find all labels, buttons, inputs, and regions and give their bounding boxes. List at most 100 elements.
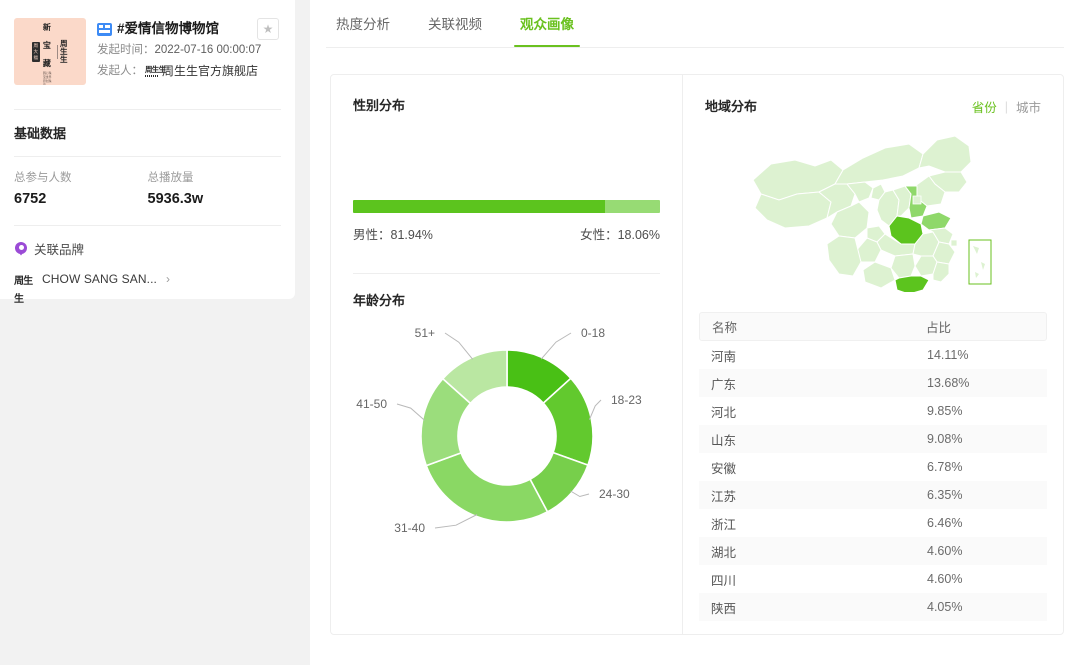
age-donut-svg: 0-18 18-23 24-30 31-40 41-50 51+ xyxy=(356,326,642,535)
start-time-label: 发起时间： xyxy=(97,44,155,56)
campaign-initiator: 发起人： 周生生 周生生官方旗舰店 xyxy=(97,61,279,82)
table-row[interactable]: 山东 9.08% xyxy=(699,425,1047,453)
gender-bar-male-segment xyxy=(353,200,605,213)
tab-heat-analysis[interactable]: 热度分析 xyxy=(334,16,392,47)
brand-mini-logo-icon: 周生生 xyxy=(145,66,166,77)
toggle-city[interactable]: 城市 xyxy=(1016,97,1041,116)
cell-region-name: 安徽 xyxy=(711,461,737,476)
campaign-info-card: 周大福 新宝藏 圆心珠宝世界原创珠宝 周生生 #爱情信物博物馆 ★ 发起时间： … xyxy=(0,0,295,305)
cell-region-pct: 4.60% xyxy=(927,544,963,558)
page-title: #爱情信物博物馆 xyxy=(117,21,220,36)
gender-distribution-block: 性别分布 男性：81.94% 女性：18.06% xyxy=(331,75,682,243)
thumbnail-logo-block: 周大福 xyxy=(32,41,40,62)
region-granularity-toggle: 省份 | 城市 xyxy=(972,97,1041,116)
cell-region-name: 四川 xyxy=(711,573,737,588)
tab-related-videos[interactable]: 关联视频 xyxy=(426,16,484,47)
donut-segment-label: 31-40 xyxy=(394,521,425,535)
donut-segment-label: 51+ xyxy=(415,326,435,340)
campaign-header: 周大福 新宝藏 圆心珠宝世界原创珠宝 周生生 #爱情信物博物馆 ★ 发起时间： … xyxy=(0,0,295,85)
cell-region-name: 河南 xyxy=(711,349,737,364)
basic-data-section-title: 基础数据 xyxy=(14,126,67,141)
table-row[interactable]: 河北 9.85% xyxy=(699,397,1047,425)
donut-leader-line xyxy=(444,332,474,360)
donut-segment[interactable] xyxy=(425,451,549,523)
cell-region-pct: 9.85% xyxy=(927,404,963,418)
gender-labels: 男性：81.94% 女性：18.06% xyxy=(353,224,660,243)
column-header-pct: 占比 xyxy=(926,321,952,335)
table-body: 河南 14.11% 广东 13.68% 河北 9.85% 山东 9.08% 安徽 6.78% 江苏 6… xyxy=(699,341,1047,621)
related-brand-title: 关联品牌 xyxy=(34,243,85,257)
campaign-title-row: #爱情信物博物馆 ★ xyxy=(97,18,279,40)
medal-icon xyxy=(14,241,28,256)
campaign-thumbnail: 周大福 新宝藏 圆心珠宝世界原创珠宝 周生生 xyxy=(14,18,86,85)
campaign-start-time: 发起时间： 2022-07-16 00:00:07 xyxy=(97,40,279,61)
map-inset-south-sea xyxy=(968,239,992,285)
start-time-value: 2022-07-16 00:00:07 xyxy=(154,44,262,56)
stat-label: 总播放量 xyxy=(147,172,194,184)
china-map-svg xyxy=(752,135,992,292)
table-header-row: 名称 占比 xyxy=(699,312,1047,341)
cell-region-pct: 6.35% xyxy=(927,488,963,502)
related-brand-title-row: 关联品牌 xyxy=(14,239,281,258)
thumbnail-logo-text: 新宝藏 xyxy=(42,22,51,68)
table-row[interactable]: 浙江 6.46% xyxy=(699,509,1047,537)
column-header-name: 名称 xyxy=(712,321,738,335)
gender-bar-female-segment xyxy=(604,200,660,213)
map-provinces xyxy=(752,135,972,292)
brand-logo-icon: 周生生 xyxy=(14,271,33,305)
brand-list-item[interactable]: 周生生 CHOW SANG SAN... › xyxy=(14,271,281,305)
donut-segment-label: 41-50 xyxy=(356,397,387,411)
cell-region-pct: 9.08% xyxy=(927,432,963,446)
table-row[interactable]: 广东 13.68% xyxy=(699,369,1047,397)
table-row[interactable]: 河南 14.11% xyxy=(699,341,1047,369)
audience-profile-card: 性别分布 男性：81.94% 女性：18.06% 年龄分布 0-18 18-23… xyxy=(330,74,1064,635)
stat-total-plays: 总播放量 5936.3w xyxy=(148,170,282,211)
cell-region-pct: 13.68% xyxy=(927,376,970,390)
female-label: 女性：18.06% xyxy=(580,228,660,242)
gender-block-title: 性别分布 xyxy=(353,98,406,113)
age-distribution-block: 年龄分布 0-18 18-23 24-30 31-40 41-50 51+ xyxy=(331,274,682,561)
region-header: 地域分布 省份 | 城市 xyxy=(683,75,1063,116)
region-table: 名称 占比 河南 14.11% 广东 13.68% 河北 9.85% 山东 9.08% 安徽 6.… xyxy=(699,312,1047,621)
cell-region-pct: 4.60% xyxy=(927,572,963,586)
gender-icons xyxy=(353,151,660,193)
stat-total-participants: 总参与人数 6752 xyxy=(14,170,148,211)
table-row[interactable]: 陕西 4.05% xyxy=(699,593,1047,621)
table-row[interactable]: 湖北 4.60% xyxy=(699,537,1047,565)
donut-segment-label: 0-18 xyxy=(581,326,605,340)
favorite-star-button[interactable]: ★ xyxy=(257,18,279,40)
donut-leader-line xyxy=(434,514,478,529)
donut-segment-label: 24-30 xyxy=(599,487,630,501)
table-row[interactable]: 江苏 6.35% xyxy=(699,481,1047,509)
cell-region-pct: 4.05% xyxy=(927,600,963,614)
main-content: 热度分析 关联视频 观众画像 性别分布 男性：81.94% 女性：18.06% … xyxy=(310,0,1080,665)
cell-region-pct: 6.46% xyxy=(927,516,963,530)
cell-region-pct: 14.11% xyxy=(927,348,969,362)
toggle-separator: | xyxy=(1004,99,1008,114)
cell-region-name: 山东 xyxy=(711,433,737,448)
initiator-value[interactable]: 周生生官方旗舰店 xyxy=(162,61,258,82)
region-block-title: 地域分布 xyxy=(705,98,758,114)
region-panel: 地域分布 省份 | 城市 名称 占比 河南 14.11% 广东 13.68% 河… xyxy=(683,75,1063,634)
cell-region-name: 湖北 xyxy=(711,545,737,560)
cell-region-name: 江苏 xyxy=(711,489,737,504)
cell-region-name: 陕西 xyxy=(711,601,737,616)
table-row[interactable]: 安徽 6.78% xyxy=(699,453,1047,481)
toggle-province[interactable]: 省份 xyxy=(972,97,997,116)
age-block-title: 年龄分布 xyxy=(353,293,406,308)
cell-region-pct: 6.78% xyxy=(927,460,963,474)
tab-audience-profile[interactable]: 观众画像 xyxy=(514,16,580,47)
brand-mini-logo-text: 周生生 xyxy=(145,65,166,74)
thumbnail-logo: 周大福 新宝藏 圆心珠宝世界原创珠宝 周生生 xyxy=(32,18,68,85)
left-sidebar: 周大福 新宝藏 圆心珠宝世界原创珠宝 周生生 #爱情信物博物馆 ★ 发起时间： … xyxy=(0,0,310,665)
donut-leader-line xyxy=(396,403,425,421)
table-row[interactable]: 四川 4.60% xyxy=(699,565,1047,593)
donut-segment-label: 18-23 xyxy=(611,393,642,407)
tab-bar: 热度分析 关联视频 观众画像 xyxy=(326,0,1064,48)
gender-age-panel: 性别分布 男性：81.94% 女性：18.06% 年龄分布 0-18 18-23… xyxy=(331,75,683,634)
cell-region-name: 浙江 xyxy=(711,517,737,532)
age-donut-chart: 0-18 18-23 24-30 31-40 41-50 51+ xyxy=(353,316,661,561)
stat-value: 5936.3w xyxy=(147,191,204,207)
donut-leader-line xyxy=(588,399,602,420)
china-map[interactable] xyxy=(683,122,1063,292)
